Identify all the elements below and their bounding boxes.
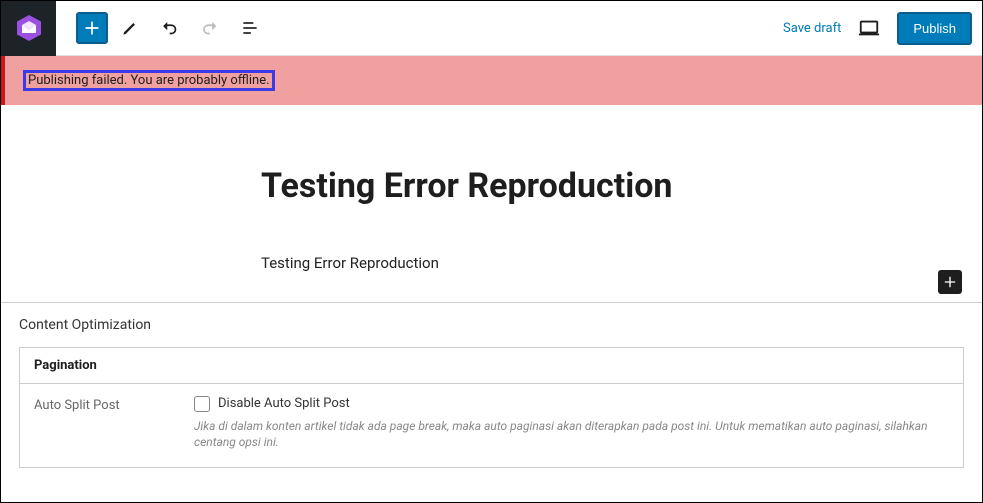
undo-button[interactable] (152, 10, 188, 46)
disable-auto-split-checkbox-label: Disable Auto Split Post (218, 396, 350, 411)
error-notice: Publishing failed. You are probably offl… (1, 56, 982, 105)
save-draft-link[interactable]: Save draft (783, 21, 841, 36)
toolbar-right-group: Save draft Publish (783, 10, 972, 46)
error-notice-text: Publishing failed. You are probably offl… (23, 70, 275, 91)
mail-hex-icon (15, 14, 43, 42)
auto-split-field-control: Disable Auto Split Post Jika di dalam ko… (194, 396, 949, 452)
redo-button[interactable] (192, 10, 228, 46)
auto-split-field-label: Auto Split Post (34, 396, 184, 413)
pagination-metabox-body: Auto Split Post Disable Auto Split Post … (20, 384, 963, 468)
toolbar-left-group (1, 1, 268, 55)
disable-auto-split-checkbox[interactable] (194, 396, 210, 412)
pagination-metabox-title: Pagination (20, 348, 963, 384)
metabox-area: Content Optimization Pagination Auto Spl… (1, 302, 982, 503)
editor-viewport: Save draft Publish Publishing failed. Yo… (0, 0, 983, 503)
pagination-metabox: Pagination Auto Split Post Disable Auto … (19, 347, 964, 469)
auto-split-description: Jika di dalam konten artikel tidak ada p… (194, 418, 949, 452)
top-toolbar: Save draft Publish (1, 1, 982, 56)
post-body-paragraph[interactable]: Testing Error Reproduction (261, 254, 922, 272)
auto-split-field-row: Auto Split Post Disable Auto Split Post … (34, 396, 949, 452)
edit-tool-button[interactable] (112, 10, 148, 46)
add-block-toolbar-button[interactable] (76, 12, 108, 44)
post-title[interactable]: Testing Error Reproduction (261, 165, 922, 208)
add-block-inline-button[interactable] (938, 270, 962, 294)
editor-canvas: Testing Error Reproduction Testing Error… (1, 105, 982, 302)
auto-split-checkbox-line: Disable Auto Split Post (194, 396, 949, 412)
publish-button[interactable]: Publish (897, 12, 972, 45)
app-logo[interactable] (1, 1, 56, 56)
document-outline-button[interactable] (232, 10, 268, 46)
preview-device-button[interactable] (851, 10, 887, 46)
metabox-section-heading: Content Optimization (19, 317, 964, 333)
